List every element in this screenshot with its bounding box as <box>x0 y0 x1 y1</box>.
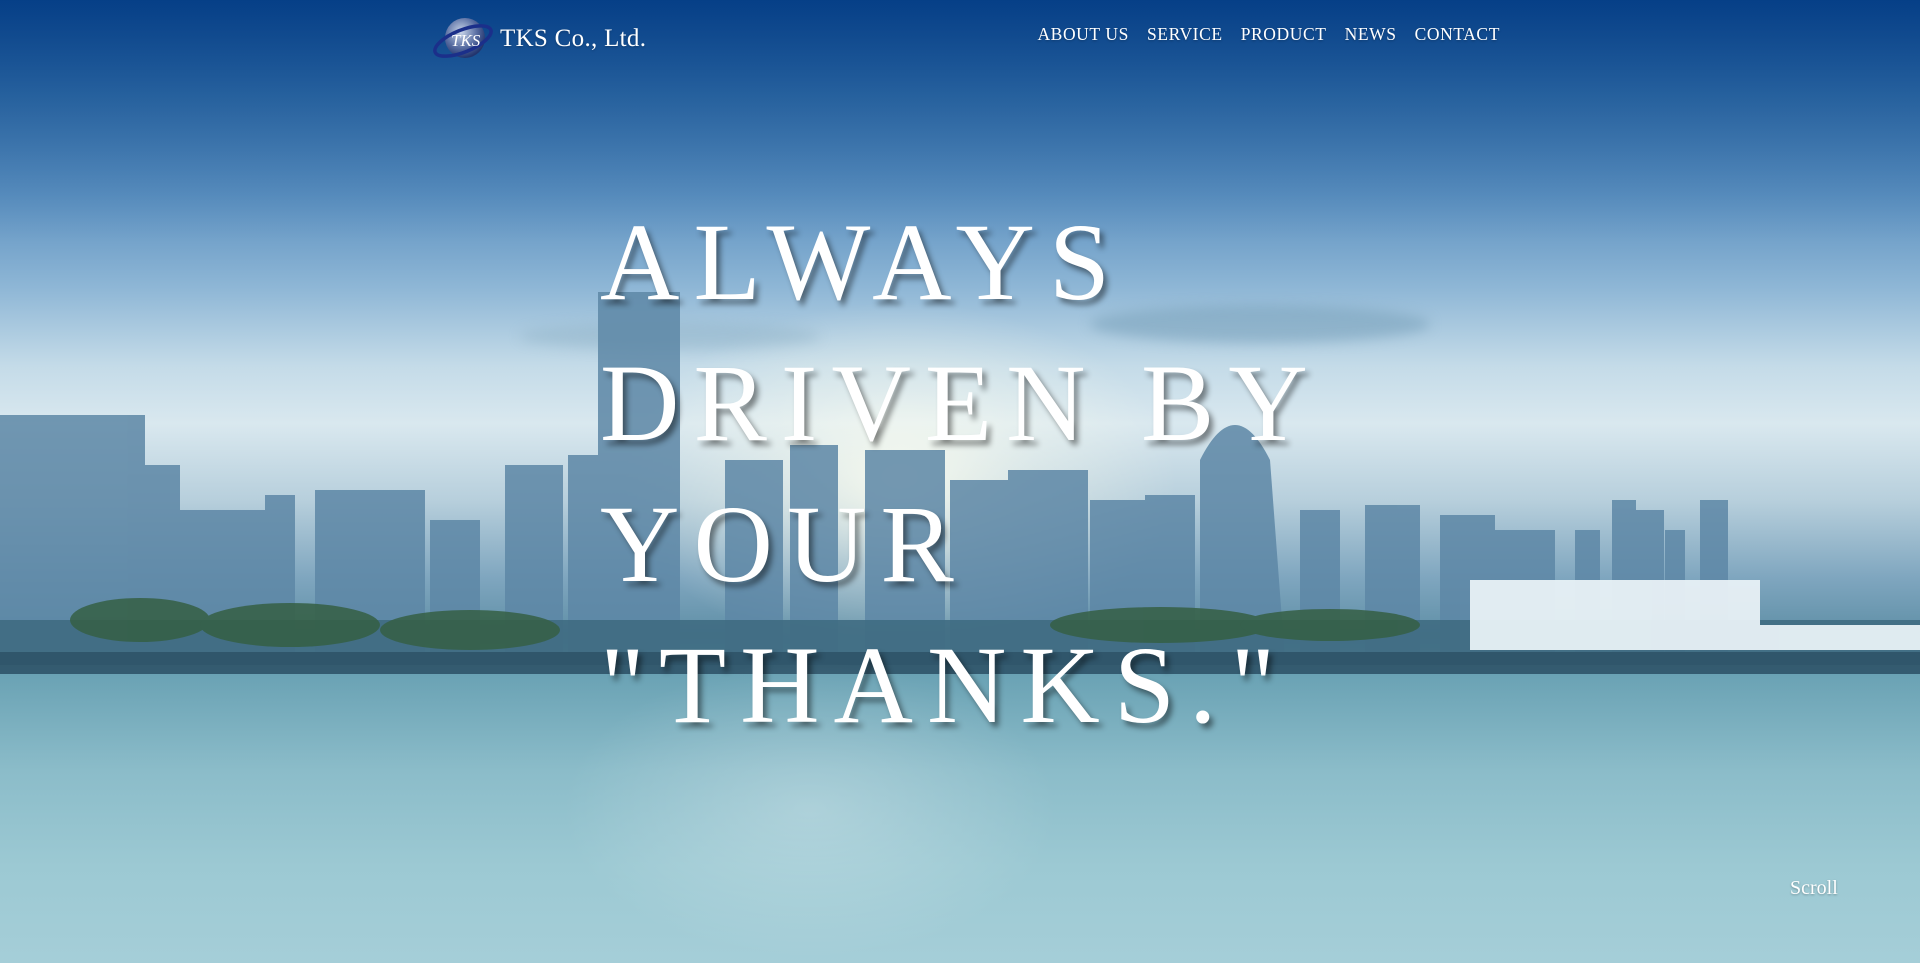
nav-news[interactable]: NEWS <box>1345 24 1397 45</box>
site-header: TKS TKS Co., Ltd. ABOUT US SERVICE PRODU… <box>0 0 1920 80</box>
nav-contact[interactable]: CONTACT <box>1415 24 1500 45</box>
nav-service[interactable]: SERVICE <box>1147 24 1223 45</box>
nav-about-us[interactable]: ABOUT US <box>1037 24 1129 45</box>
hero-headline: ALWAYS DRIVEN BY YOUR "THANKS." <box>600 192 1322 756</box>
headline-line: ALWAYS <box>600 201 1125 323</box>
hero-section: TKS TKS Co., Ltd. ABOUT US SERVICE PRODU… <box>0 0 1920 963</box>
nav-product[interactable]: PRODUCT <box>1241 24 1327 45</box>
tks-globe-logo-icon: TKS <box>433 18 493 58</box>
headline-line: "THANKS." <box>600 624 1290 746</box>
company-name: TKS Co., Ltd. <box>500 25 647 52</box>
logo-link[interactable]: TKS TKS Co., Ltd. <box>432 14 646 64</box>
scroll-link[interactable]: Scroll <box>1790 877 1838 900</box>
main-nav: ABOUT US SERVICE PRODUCT NEWS CONTACT <box>1019 24 1500 45</box>
headline-line: YOUR <box>600 483 968 605</box>
headline-line: DRIVEN BY <box>600 342 1322 464</box>
logo-mark-text: TKS <box>451 31 481 50</box>
